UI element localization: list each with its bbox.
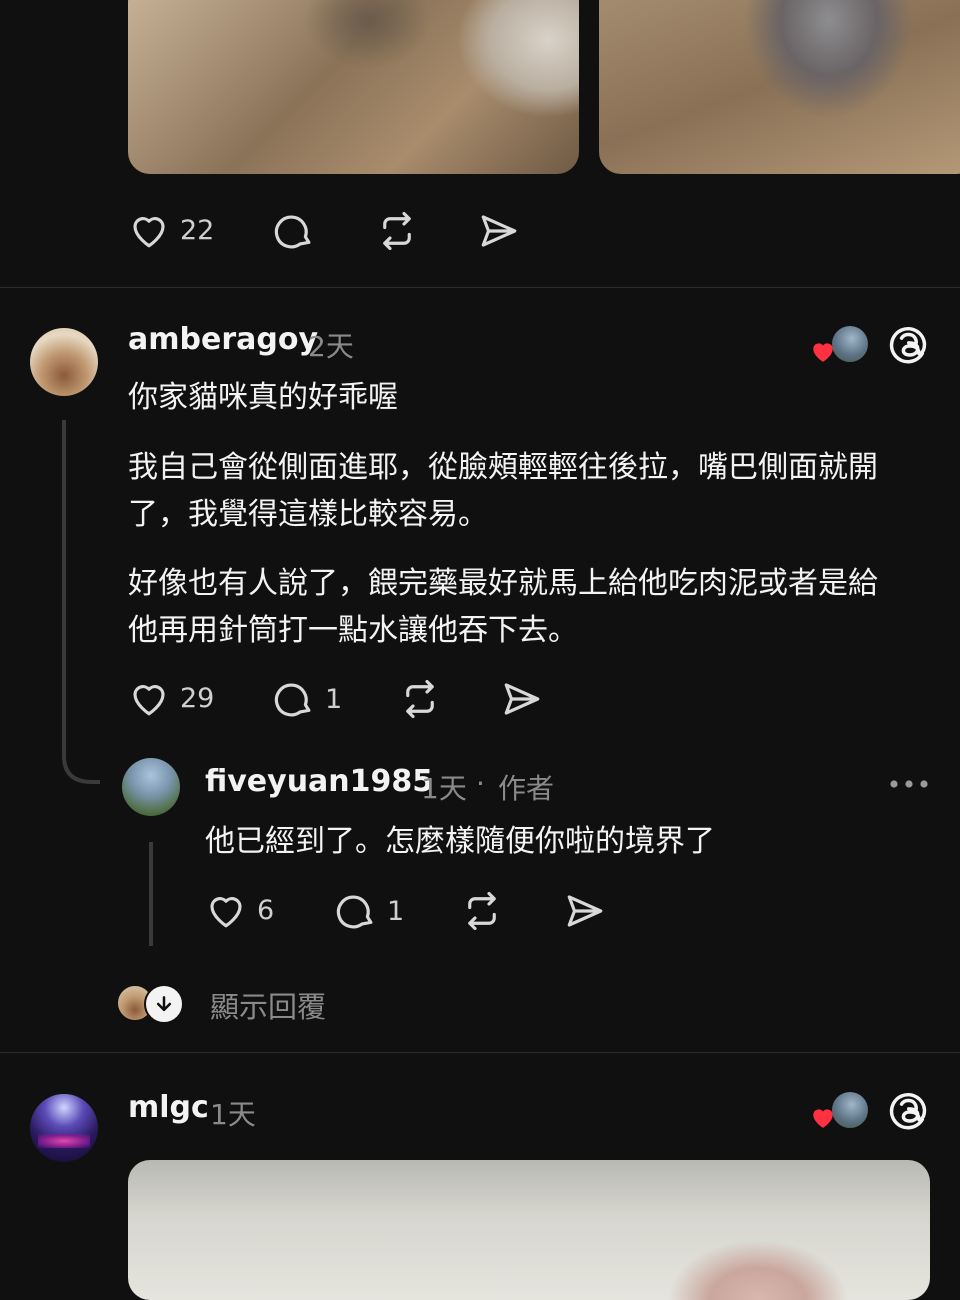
like-count: 29	[180, 682, 215, 714]
author-mini-avatar	[830, 324, 870, 364]
author-mini-avatar	[830, 1090, 870, 1130]
liked-by-author-badge	[810, 1088, 870, 1132]
heart-filled-icon	[813, 1109, 833, 1128]
like-button[interactable]: 6	[205, 890, 274, 930]
thread-line	[149, 842, 153, 946]
avatar[interactable]	[30, 328, 98, 396]
threads-icon[interactable]	[886, 322, 930, 366]
divider	[0, 1052, 960, 1053]
share-button[interactable]	[564, 890, 606, 932]
threads-icon[interactable]	[886, 1088, 930, 1132]
post-image-2[interactable]	[599, 0, 960, 174]
author-tag: 作者	[498, 772, 555, 805]
share-button[interactable]	[478, 210, 520, 252]
repost-icon	[468, 891, 496, 931]
comment-icon	[336, 895, 373, 929]
repost-icon	[383, 211, 411, 251]
comment-button[interactable]: 1	[273, 678, 342, 720]
send-icon	[481, 215, 517, 247]
comment-button[interactable]	[273, 210, 315, 252]
reply-time: 1天	[421, 772, 467, 805]
liked-by-author-badge	[810, 322, 870, 366]
repost-icon	[406, 679, 434, 719]
send-icon	[567, 895, 603, 927]
post-video[interactable]	[128, 0, 579, 174]
comment-time: 1天	[210, 1098, 256, 1131]
heart-icon	[133, 685, 165, 716]
repost-button[interactable]	[375, 210, 419, 252]
heart-icon	[133, 217, 165, 248]
comment-time: 2天	[308, 330, 354, 363]
heart-filled-icon	[813, 343, 833, 362]
comment-text-line: 你家貓咪真的好乖喔	[128, 380, 398, 415]
heart-icon	[210, 897, 242, 928]
comment-text-line: 好像也有人說了，餵完藥最好就馬上給他吃肉泥或者是給	[128, 566, 878, 601]
share-button[interactable]	[501, 678, 543, 720]
meta-separator: ·	[476, 767, 485, 800]
comment-button[interactable]: 1	[335, 890, 404, 932]
repost-button[interactable]	[460, 890, 504, 932]
comment-icon	[274, 683, 311, 717]
send-icon	[504, 683, 540, 715]
like-count: 6	[257, 894, 275, 926]
thread-connector	[62, 726, 100, 784]
reply-count: 1	[387, 895, 405, 927]
comment-image[interactable]	[128, 1160, 930, 1300]
avatar[interactable]	[122, 758, 180, 816]
expand-replies-button[interactable]	[144, 984, 184, 1024]
comment-text-line: 我自己會從側面進耶，從臉頰輕輕往後拉，嘴巴側面就開	[128, 450, 878, 485]
comment-icon	[274, 215, 311, 249]
avatar-detail	[38, 1134, 90, 1148]
show-replies-avatars[interactable]	[116, 984, 186, 1024]
comment-username[interactable]: amberagoy	[128, 322, 318, 357]
avatar[interactable]	[30, 1094, 98, 1162]
thread-line	[62, 420, 66, 730]
more-options-icon[interactable]	[888, 776, 930, 792]
like-count: 22	[180, 214, 215, 246]
comment-text-line: 他再用針筒打一點水讓他吞下去。	[128, 613, 578, 648]
show-replies-link[interactable]: 顯示回覆	[210, 984, 326, 1026]
divider	[0, 287, 960, 288]
reply-username[interactable]: fiveyuan1985	[205, 764, 433, 799]
comment-username[interactable]: mlgc	[128, 1090, 209, 1125]
like-button[interactable]: 22	[128, 210, 214, 250]
like-button[interactable]: 29	[128, 678, 214, 718]
repost-button[interactable]	[398, 678, 442, 720]
arrow-down-icon	[156, 996, 172, 1012]
reply-count: 1	[325, 683, 343, 715]
comment-text-line: 了，我覺得這樣比較容易。	[128, 497, 488, 532]
reply-text: 他已經到了。怎麼樣隨便你啦的境界了	[205, 824, 715, 859]
